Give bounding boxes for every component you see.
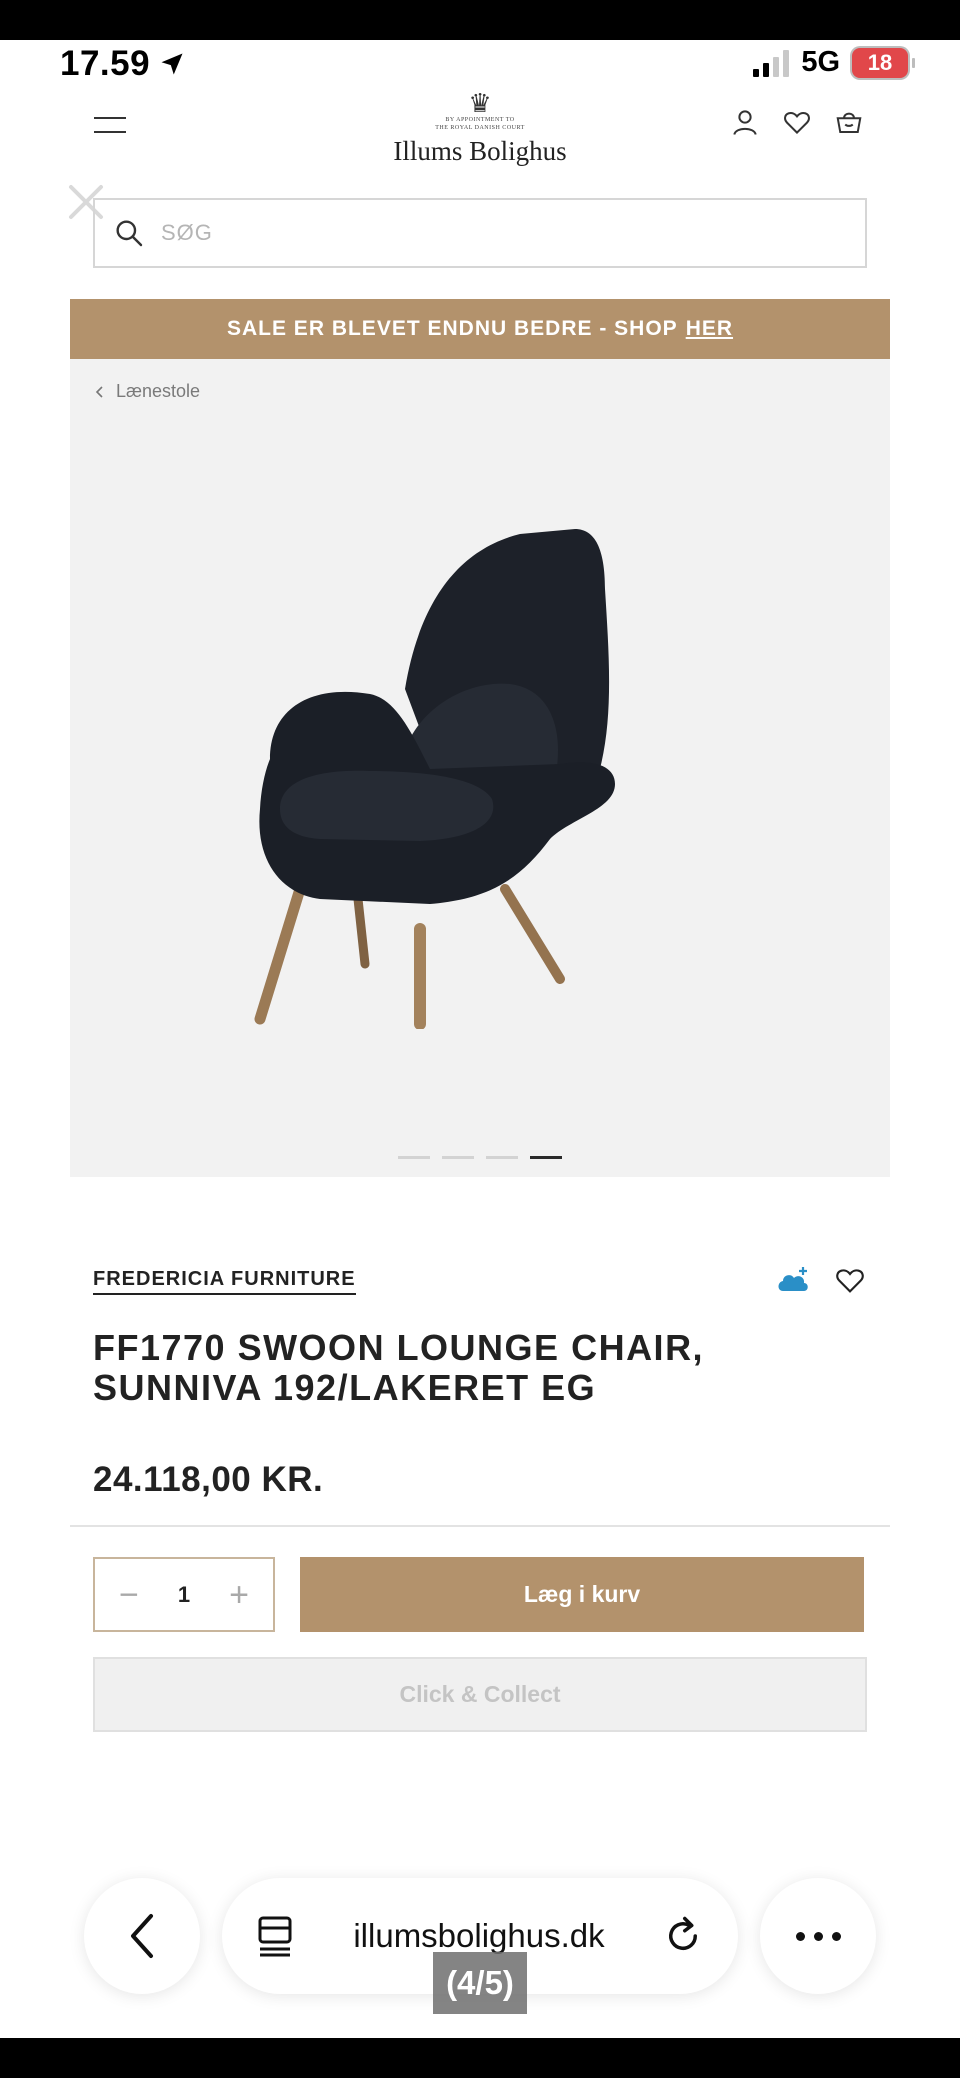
network-type: 5G	[801, 46, 840, 78]
account-icon[interactable]	[730, 107, 760, 137]
quantity-stepper[interactable]: − 1 +	[93, 1557, 275, 1632]
battery-icon: 18	[852, 47, 915, 78]
cellular-signal-icon	[753, 49, 790, 77]
click-collect-button[interactable]: Click & Collect	[93, 1657, 867, 1732]
increase-button[interactable]: +	[229, 1578, 249, 1612]
page-counter: (4/5)	[433, 1952, 527, 2014]
basket-icon[interactable]	[834, 107, 864, 137]
cloud-icon[interactable]	[775, 1265, 811, 1295]
logo-appointment-line1: BY APPOINTMENT TO	[445, 117, 515, 123]
search-placeholder: SØG	[161, 220, 213, 245]
logo-name: Illums Bolighus	[393, 136, 567, 166]
top-black-bar	[0, 0, 960, 40]
reload-icon[interactable]	[662, 1915, 704, 1957]
divider	[70, 1525, 890, 1527]
menu-icon[interactable]	[94, 117, 126, 145]
product-title: FF1770 SWOON LOUNGE CHAIR, SUNNIVA 192/L…	[93, 1327, 705, 1408]
battery-level: 18	[867, 49, 893, 75]
bottom-black-bar	[0, 2038, 960, 2078]
promo-text: SALE ER BLEVET ENDNU BEDRE - SHOP	[226, 317, 678, 340]
url-text[interactable]: illumsbolighus.dk	[353, 1917, 604, 1955]
location-arrow-icon	[161, 53, 183, 75]
gallery-dot-active[interactable]	[530, 1156, 562, 1159]
promo-link[interactable]: HER	[686, 317, 733, 341]
browser-back-button[interactable]	[84, 1878, 200, 1994]
site-logo[interactable]: ♛ BY APPOINTMENT TO THE ROYAL DANISH COU…	[330, 90, 630, 167]
phone-screen: 17.59 5G 18 ♛ BY APPOINTMENT TO THE ROYA…	[0, 40, 960, 2038]
breadcrumb[interactable]: Lænestole	[94, 381, 200, 402]
product-gallery[interactable]: Lænestole	[70, 359, 890, 1177]
add-to-cart-button[interactable]: Læg i kurv	[300, 1557, 864, 1632]
status-time-text: 17.59	[60, 44, 151, 83]
dot	[795, 1931, 805, 1941]
product-price: 24.118,00 KR.	[93, 1460, 324, 1499]
crown-icon: ♛	[468, 88, 492, 118]
search-icon	[116, 220, 143, 247]
decrease-button[interactable]: −	[119, 1578, 139, 1612]
gallery-dot[interactable]	[398, 1156, 430, 1159]
header-actions	[730, 107, 864, 137]
chevron-left-icon	[95, 385, 103, 398]
heart-icon[interactable]	[834, 1264, 866, 1296]
dot	[831, 1931, 841, 1941]
gallery-pagination[interactable]	[398, 1156, 562, 1159]
promo-banner[interactable]: SALE ER BLEVET ENDNU BEDRE - SHOP HER	[70, 299, 890, 359]
brand-link[interactable]: FREDERICIA FURNITURE	[93, 1268, 356, 1295]
gallery-dot[interactable]	[486, 1156, 518, 1159]
product-image	[254, 529, 615, 1029]
logo-appointment-line2: THE ROYAL DANISH COURT	[435, 125, 525, 131]
status-time: 17.59	[60, 44, 186, 84]
status-indicators: 5G 18	[753, 46, 915, 79]
breadcrumb-label: Lænestole	[116, 381, 201, 401]
gallery-dot[interactable]	[442, 1156, 474, 1159]
search-input[interactable]: SØG	[93, 198, 867, 268]
chevron-left-icon	[131, 1914, 153, 1958]
dot	[813, 1931, 823, 1941]
quantity-value[interactable]: 1	[178, 1582, 190, 1608]
wishlist-icon[interactable]	[782, 107, 812, 137]
tabs-icon[interactable]	[256, 1914, 296, 1958]
more-options-button[interactable]	[760, 1878, 876, 1994]
